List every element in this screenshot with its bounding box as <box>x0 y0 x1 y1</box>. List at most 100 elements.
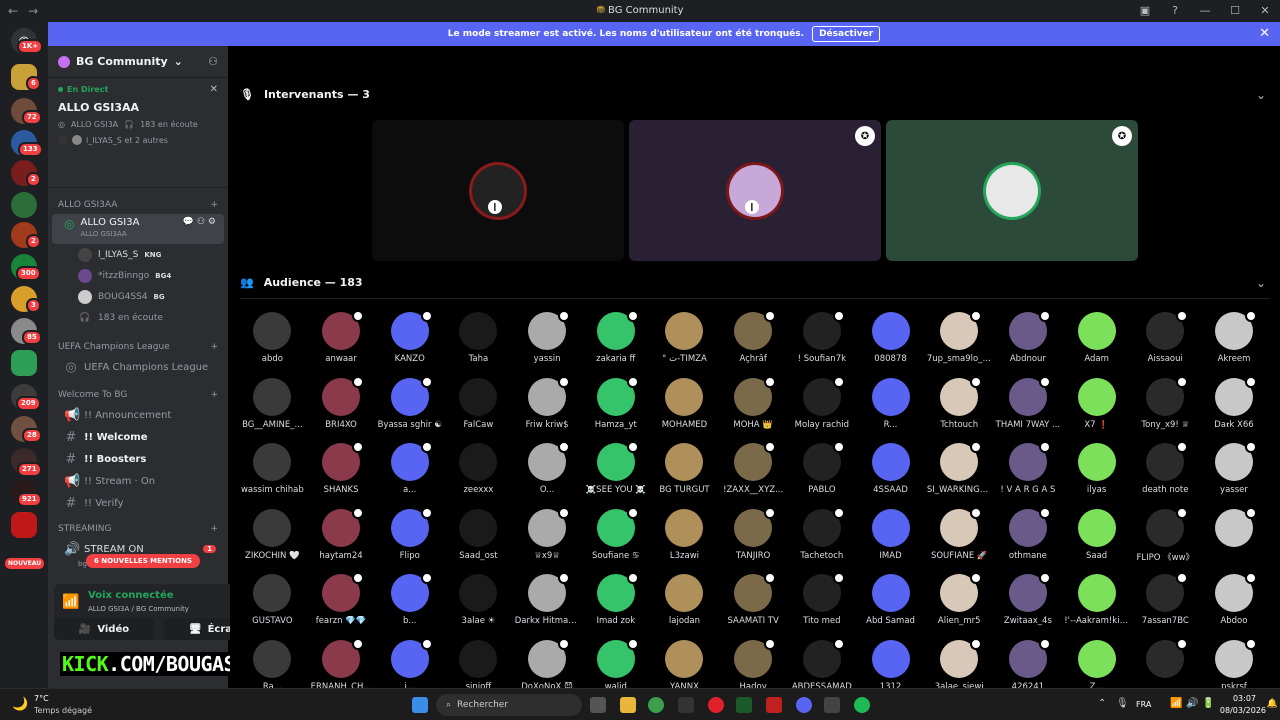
audience-member[interactable]: Tony_x9! ♕ <box>1131 374 1200 440</box>
chevron-down-icon[interactable]: ⌄ <box>1256 276 1266 290</box>
battery-icon[interactable]: 🔋 <box>1202 698 1214 709</box>
stage-channel-ucl[interactable]: ◎ UEFA Champions League <box>52 356 224 378</box>
audience-member[interactable]: yassin <box>513 308 582 374</box>
chevron-down-icon[interactable]: ⌄ <box>1256 88 1266 102</box>
audience-member[interactable]: death note <box>1131 439 1200 505</box>
wifi-icon[interactable]: 📶 <box>1170 698 1182 709</box>
windows-start-icon[interactable] <box>412 697 428 713</box>
audience-member[interactable]: Alien_mr5 <box>925 570 994 636</box>
audience-member[interactable]: wassim chihab <box>238 439 307 505</box>
audience-member[interactable]: Abdoo <box>1200 570 1269 636</box>
audience-member[interactable]: MOHA 👑 <box>719 374 788 440</box>
close-icon[interactable]: ✕ <box>1259 26 1270 41</box>
audience-member[interactable]: 3alae ☀ <box>444 570 513 636</box>
audience-member[interactable]: haytam24 <box>307 505 376 571</box>
discord-icon[interactable] <box>796 697 812 713</box>
search-box[interactable]: ⌕ Rechercher <box>436 694 582 716</box>
audience-member[interactable]: Taha <box>444 308 513 374</box>
maximize-button[interactable]: ☐ <box>1220 0 1250 22</box>
audience-member[interactable]: BRI4XO <box>307 374 376 440</box>
audience-member[interactable]: Flipo <box>375 505 444 571</box>
audience-member[interactable]: Darkx Hitman 4 <box>513 570 581 636</box>
audience-member[interactable]: SHANKS <box>307 439 376 505</box>
audience-member[interactable]: Byassa sghir ☯ <box>375 374 444 440</box>
notification-icon[interactable]: 🔔 <box>1267 699 1278 709</box>
language[interactable]: FRA <box>1136 700 1151 709</box>
audience-member[interactable]: 4SSAAD <box>856 439 925 505</box>
audience-member[interactable]: O... <box>513 439 582 505</box>
category-ucl[interactable]: UEFA Champions League + <box>48 338 228 356</box>
voice-user[interactable]: l_ILYAS_S KNG <box>48 244 228 265</box>
category-streaming[interactable]: STREAMING + <box>48 520 228 538</box>
disable-streamer-button[interactable]: Désactiver <box>812 26 881 42</box>
add-channel-icon[interactable]: + <box>210 390 218 400</box>
audience-member[interactable]: zeexxx <box>444 439 513 505</box>
audience-member[interactable]: Saad_ost <box>444 505 513 571</box>
audience-member[interactable]: Molay rachid <box>788 374 857 440</box>
mic-icon[interactable]: 🎙 <box>1116 698 1129 709</box>
new-mentions-pill[interactable]: 6 NOUVELLES MENTIONS <box>86 554 201 568</box>
audience-member[interactable]: Imad zok <box>581 570 650 636</box>
video-button[interactable]: 🎥 Vidéo <box>54 618 154 640</box>
audience-member[interactable]: b... <box>375 570 444 636</box>
audience-member[interactable]: Friw kriw$ <box>513 374 582 440</box>
audience-member[interactable]: Zwitaax_4s <box>994 570 1063 636</box>
audience-member[interactable]: Tachetoch <box>788 505 857 571</box>
audience-member[interactable]: a... <box>375 439 444 505</box>
category-welcome[interactable]: Welcome To BG + <box>48 386 228 404</box>
server-icon[interactable] <box>11 350 37 376</box>
add-channel-icon[interactable]: + <box>210 200 218 210</box>
audience-member[interactable]: SI_WARKINGv™ <box>925 439 994 505</box>
listeners-count[interactable]: 🎧 183 en écoute <box>48 307 228 328</box>
category-allo[interactable]: ALLO GSI3AA + <box>48 196 228 214</box>
speaker-tile[interactable]: ✪ <box>886 120 1138 261</box>
audience-member[interactable]: othmane <box>994 505 1063 571</box>
audience-member[interactable]: Açhrâf <box>719 308 788 374</box>
audience-member[interactable]: BG TURGUT <box>650 439 719 505</box>
audience-member[interactable]: yasser <box>1200 439 1269 505</box>
help-icon[interactable]: ? <box>1160 0 1190 22</box>
audience-member[interactable]: Abd Samad <box>856 570 925 636</box>
spotify-icon[interactable] <box>854 697 870 713</box>
audience-member[interactable]: ° ت-TIMZA <box>650 308 719 374</box>
audience-member[interactable]: Aissaoui <box>1131 308 1200 374</box>
task-view-icon[interactable] <box>590 697 606 713</box>
audience-member[interactable]: R... <box>856 374 925 440</box>
channel-boosters[interactable]: #!! Boosters <box>52 448 224 470</box>
channel-welcome[interactable]: #!! Welcome <box>52 426 224 448</box>
app-icon[interactable] <box>766 697 782 713</box>
audience-member[interactable]: fearzn 💎💎 <box>307 570 376 636</box>
file-explorer-icon[interactable] <box>620 697 636 713</box>
clock-date[interactable]: 08/03/2026 <box>1220 706 1266 715</box>
audience-header[interactable]: 👥 Audience — 183 <box>240 276 363 289</box>
audience-member[interactable]: X7 ❗ <box>1062 374 1131 440</box>
audience-member[interactable]: Tito med <box>788 570 857 636</box>
live-stage-card[interactable]: En Direct ✕ ALLO GSI3AA ◎ ALLO GSI3A 🎧 183 e… <box>48 78 228 188</box>
chrome-icon[interactable] <box>648 697 664 713</box>
audience-member[interactable]: IMAD <box>856 505 925 571</box>
audience-member[interactable]: !ZAXX__XYZ... <box>719 439 788 505</box>
speaker-tile[interactable]: ❙ ✪ <box>629 120 881 261</box>
audience-member[interactable]: ilyas <box>1062 439 1131 505</box>
app-icon[interactable] <box>736 697 752 713</box>
audience-member[interactable]: 7assan7BC <box>1131 570 1200 636</box>
audience-member[interactable]: anwaar <box>307 308 376 374</box>
add-channel-icon[interactable]: + <box>210 342 218 352</box>
audience-member[interactable]: 080878 <box>856 308 925 374</box>
channel-actions[interactable]: 💬 ⚇ ⚙ <box>183 217 216 227</box>
channel-verify[interactable]: #!! Verify <box>52 492 224 514</box>
channel-stream[interactable]: 📢!! Stream · On <box>52 470 224 492</box>
stage-channel-allo[interactable]: ◎ ALLO GSI3A ALLO GSI3AA 💬 ⚇ ⚙ <box>52 214 224 244</box>
audience-member[interactable]: ZIKOCHIN 🤍 <box>238 505 307 571</box>
audience-member[interactable]: KANZO <box>375 308 444 374</box>
audience-member[interactable]: FLIPO 《ᴡᴡ》 <box>1131 505 1200 571</box>
audience-member[interactable]: MOHAMED <box>650 374 719 440</box>
inbox-icon[interactable]: ▣ <box>1130 0 1160 22</box>
add-member-icon[interactable]: ⚇ <box>208 55 218 68</box>
voice-user[interactable]: BOUG4SS4 BG <box>48 286 228 307</box>
audience-member[interactable]: Abdnour <box>994 308 1063 374</box>
volume-icon[interactable]: 🔊 <box>1186 698 1198 709</box>
audience-member[interactable]: Soufiane ♋ <box>581 505 650 571</box>
audience-member[interactable]: Adam <box>1062 308 1131 374</box>
server-header[interactable]: BG Community ⌄ ⚇ <box>48 46 228 78</box>
